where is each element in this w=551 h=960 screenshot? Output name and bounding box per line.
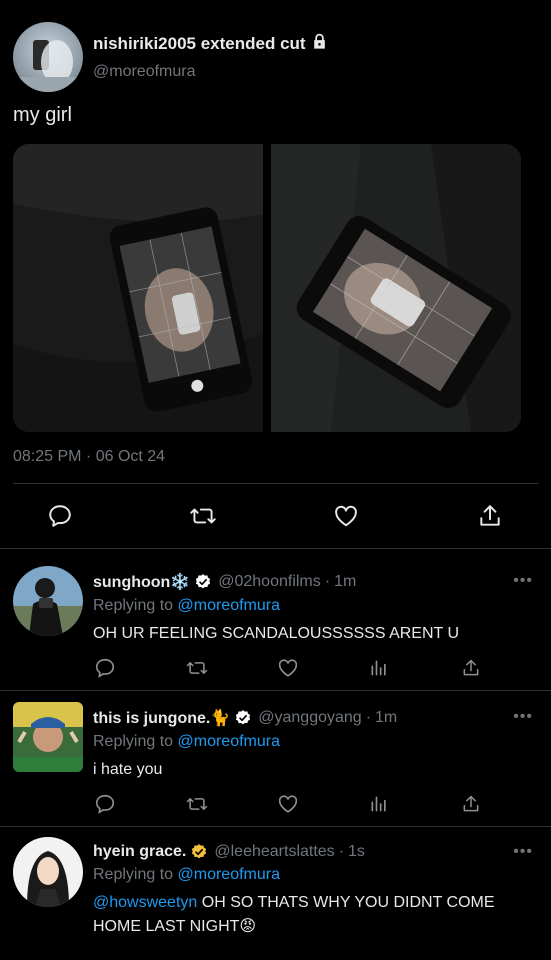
retweet-icon bbox=[186, 798, 208, 810]
divider bbox=[0, 690, 551, 691]
replying-label: Replying to bbox=[93, 733, 174, 750]
reply-button[interactable] bbox=[93, 656, 117, 680]
analytics-button[interactable] bbox=[367, 656, 391, 680]
like-button[interactable] bbox=[276, 792, 300, 816]
share-icon bbox=[463, 795, 479, 812]
reply-display-name[interactable]: this is jungone.🐈 bbox=[93, 708, 230, 728]
reply-icon bbox=[95, 794, 115, 814]
divider bbox=[0, 548, 551, 549]
retweet-button[interactable] bbox=[185, 656, 209, 680]
more-options-icon[interactable]: ••• bbox=[513, 572, 533, 590]
reply-icon bbox=[49, 505, 71, 527]
reply-handle[interactable]: @leeheartslattes bbox=[214, 843, 334, 861]
author-display-name[interactable]: nishiriki2005 extended cut bbox=[93, 34, 306, 54]
more-options-icon[interactable]: ••• bbox=[513, 843, 533, 861]
retweet-icon bbox=[186, 662, 208, 674]
heart-icon bbox=[335, 505, 357, 527]
lock-icon bbox=[311, 33, 328, 55]
reply-avatar[interactable] bbox=[13, 566, 83, 636]
more-options-icon[interactable]: ••• bbox=[513, 708, 533, 726]
heart-icon bbox=[278, 795, 298, 813]
reply-body: sunghoon❄️ @02hoonfilms · 1m ••• Replyin… bbox=[93, 572, 539, 646]
reply-avatar[interactable] bbox=[13, 702, 83, 772]
share-icon bbox=[480, 505, 500, 526]
post-timestamp: 08:25 PM · 06 Oct 24 bbox=[13, 448, 166, 465]
replying-to-link[interactable]: @moreofmura bbox=[178, 597, 281, 614]
post-media[interactable] bbox=[13, 144, 521, 432]
author-avatar[interactable] bbox=[13, 22, 83, 92]
reply-handle[interactable]: @yanggoyang bbox=[258, 709, 361, 727]
share-button[interactable] bbox=[459, 792, 483, 816]
verified-badge-icon bbox=[196, 574, 211, 589]
reply-icon bbox=[95, 658, 115, 678]
heart-icon bbox=[278, 659, 298, 677]
reply-text: i hate you bbox=[93, 761, 163, 778]
media-image-2[interactable] bbox=[271, 144, 521, 432]
reply-display-name[interactable]: sunghoon❄️ bbox=[93, 572, 190, 592]
share-button[interactable] bbox=[459, 656, 483, 680]
reply-time: 1m bbox=[375, 709, 398, 726]
analytics-button[interactable] bbox=[367, 792, 391, 816]
reply-time: 1s bbox=[348, 843, 365, 860]
reply-display-name[interactable]: hyein grace. bbox=[93, 843, 186, 861]
post-header: nishiriki2005 extended cut @moreofmura bbox=[13, 22, 328, 92]
reply-action-bar bbox=[93, 792, 493, 816]
reply-time: 1m bbox=[334, 573, 357, 590]
retweet-icon bbox=[190, 508, 216, 524]
verified-badge-icon bbox=[192, 844, 207, 859]
reply-avatar[interactable] bbox=[13, 837, 83, 907]
replying-label: Replying to bbox=[93, 597, 174, 614]
like-button[interactable] bbox=[276, 656, 300, 680]
reply-handle[interactable]: @02hoonfilms bbox=[218, 573, 321, 591]
retweet-button[interactable] bbox=[183, 496, 223, 536]
divider bbox=[13, 483, 538, 484]
analytics-icon bbox=[371, 796, 386, 812]
reply-action-bar bbox=[93, 656, 493, 680]
divider bbox=[0, 826, 551, 827]
share-button[interactable] bbox=[470, 496, 510, 536]
reply-button[interactable] bbox=[40, 496, 80, 536]
media-image-1[interactable] bbox=[13, 144, 263, 432]
like-button[interactable] bbox=[326, 496, 366, 536]
reply-text: OH UR FEELING SCANDALOUSSSSSS ARENT U bbox=[93, 625, 460, 642]
share-icon bbox=[463, 659, 479, 676]
replying-to-link[interactable]: @moreofmura bbox=[178, 733, 281, 750]
replying-to-link[interactable]: @moreofmura bbox=[178, 866, 281, 883]
post-action-bar bbox=[0, 496, 551, 536]
author-handle[interactable]: @moreofmura bbox=[93, 63, 328, 81]
verified-badge-icon bbox=[236, 710, 251, 725]
retweet-button[interactable] bbox=[185, 792, 209, 816]
author-name-block: nishiriki2005 extended cut @moreofmura bbox=[93, 33, 328, 81]
reply-body: this is jungone.🐈 @yanggoyang · 1m ••• R… bbox=[93, 708, 539, 782]
post-text: my girl bbox=[13, 104, 72, 126]
reply-button[interactable] bbox=[93, 792, 117, 816]
analytics-icon bbox=[371, 660, 386, 676]
replying-label: Replying to bbox=[93, 866, 174, 883]
reply-body: hyein grace. @leeheartslattes · 1s ••• R… bbox=[93, 843, 533, 935]
mention-link[interactable]: @howsweetyn bbox=[93, 894, 197, 911]
